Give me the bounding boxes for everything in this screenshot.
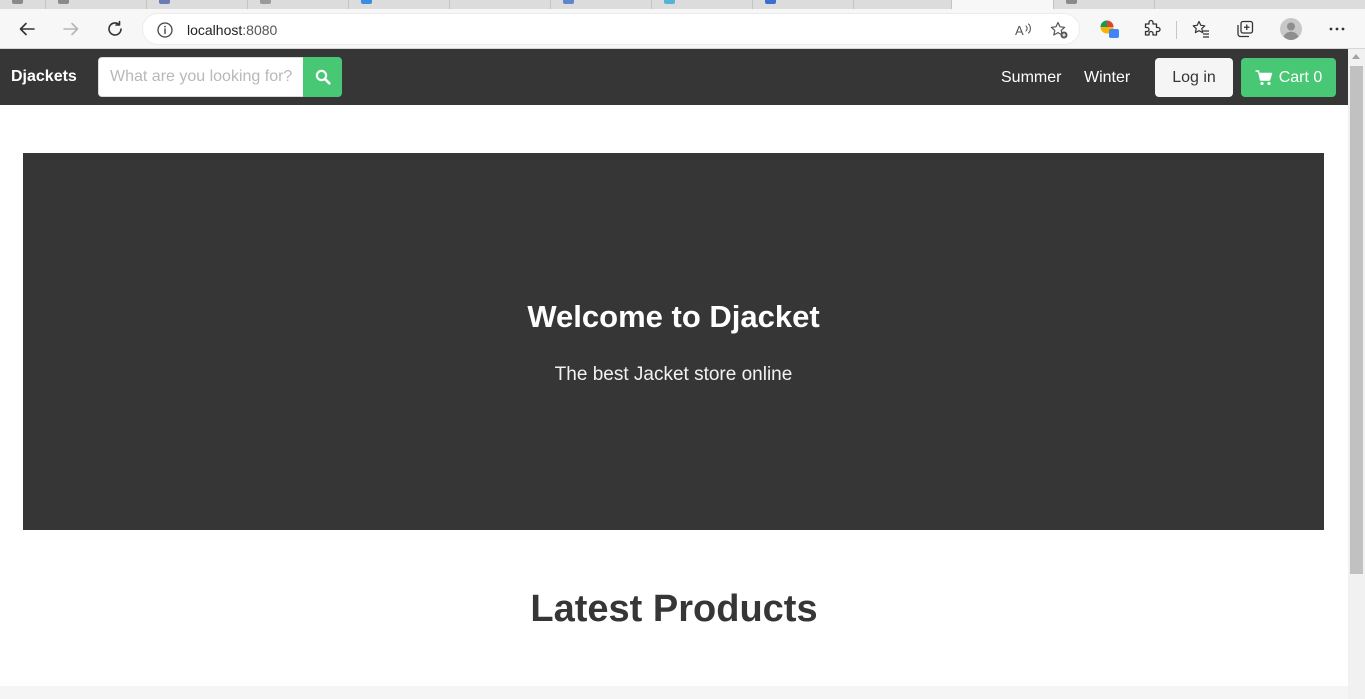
address-url[interactable]: localhost:8080 <box>187 22 277 38</box>
favorites-button[interactable] <box>1186 14 1216 44</box>
latest-products-heading: Latest Products <box>530 588 818 630</box>
scrollbar-thumb[interactable] <box>1350 66 1363 574</box>
nav-link-summer[interactable]: Summer <box>1001 69 1061 87</box>
shopping-cart-icon <box>1255 69 1272 85</box>
tab[interactable] <box>248 0 349 9</box>
tab[interactable] <box>854 0 952 9</box>
collections-icon <box>1237 20 1254 38</box>
tab[interactable] <box>652 0 753 9</box>
page-viewport: Djackets Summer Winter Log in Cart 0 Wel… <box>0 49 1348 699</box>
tab[interactable] <box>1155 0 1365 9</box>
refresh-icon <box>108 20 122 36</box>
login-button[interactable]: Log in <box>1155 58 1233 97</box>
tab[interactable] <box>46 0 147 9</box>
url-host: localhost <box>187 22 243 38</box>
nav-link-winter[interactable]: Winter <box>1084 69 1130 87</box>
extension-button[interactable] <box>1094 14 1124 44</box>
hero-banner: Welcome to Djacket The best Jacket store… <box>23 153 1324 530</box>
arrow-right-icon <box>63 22 79 36</box>
scroll-up-arrow-icon[interactable] <box>1352 54 1360 59</box>
tab[interactable] <box>450 0 551 9</box>
tab[interactable] <box>0 0 46 9</box>
search-button[interactable] <box>303 57 342 97</box>
profile-button[interactable] <box>1276 14 1306 44</box>
settings-menu-button[interactable] <box>1322 14 1352 44</box>
cart-label: Cart 0 <box>1278 68 1323 86</box>
page-scrollbar[interactable] <box>1348 49 1365 699</box>
tab-strip <box>0 0 1365 9</box>
read-aloud-icon[interactable]: A <box>1013 20 1033 40</box>
refresh-button[interactable] <box>100 14 130 44</box>
cart-button[interactable]: Cart 0 <box>1241 58 1336 97</box>
info-icon[interactable] <box>156 21 174 39</box>
login-label: Log in <box>1172 68 1216 86</box>
toolbar-separator <box>1176 21 1177 39</box>
forward-button[interactable] <box>56 14 86 44</box>
products-section-background <box>0 686 1348 699</box>
brand-logo[interactable]: Djackets <box>11 68 77 86</box>
tab-active[interactable] <box>952 0 1054 9</box>
hero-subtitle: The best Jacket store online <box>554 364 793 385</box>
collections-button[interactable] <box>1230 14 1260 44</box>
add-favorite-icon[interactable] <box>1049 20 1069 40</box>
search-input[interactable] <box>98 57 304 97</box>
back-button[interactable] <box>12 14 42 44</box>
search-icon <box>315 69 331 85</box>
arrow-left-icon <box>19 22 35 36</box>
site-navbar: Djackets Summer Winter Log in Cart 0 <box>0 49 1348 105</box>
tab[interactable] <box>147 0 248 9</box>
tab[interactable] <box>551 0 652 9</box>
extension-colorful-icon <box>1100 20 1119 38</box>
browser-toolbar: localhost:8080 A <box>0 9 1365 49</box>
svg-text:A: A <box>1015 23 1024 38</box>
tab[interactable] <box>349 0 450 9</box>
more-horizontal-icon <box>1329 27 1345 31</box>
address-bar[interactable]: localhost:8080 A <box>142 13 1080 45</box>
hero-title: Welcome to Djacket <box>527 299 820 334</box>
extensions-button[interactable] <box>1137 14 1167 44</box>
url-port: :8080 <box>242 22 278 38</box>
avatar <box>1280 18 1302 40</box>
puzzle-icon <box>1144 19 1161 36</box>
tab[interactable] <box>1054 0 1155 9</box>
tab[interactable] <box>753 0 854 9</box>
favorites-list-icon <box>1192 20 1209 38</box>
